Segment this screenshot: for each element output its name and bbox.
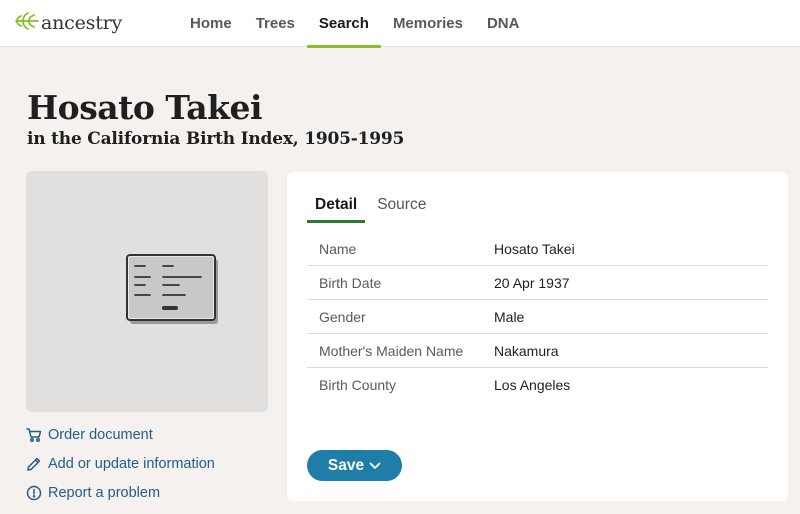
detail-tabs: Detail Source — [307, 188, 438, 223]
alert-icon — [26, 485, 42, 501]
tab-source[interactable]: Source — [369, 188, 434, 222]
detail-label: Gender — [319, 309, 366, 325]
detail-value: Nakamura — [494, 343, 559, 359]
record-title: Hosato Takei — [27, 88, 263, 127]
detail-value: Los Angeles — [494, 377, 571, 393]
detail-label: Birth County — [319, 377, 397, 393]
detail-value: 20 Apr 1937 — [494, 275, 570, 291]
nav-search[interactable]: Search — [306, 0, 381, 48]
tab-detail[interactable]: Detail — [307, 188, 366, 223]
detail-row-birth-county: Birth County Los Angeles — [307, 368, 768, 401]
save-button[interactable]: Save — [307, 450, 402, 481]
detail-value: Male — [494, 309, 525, 325]
save-button-label: Save — [327, 456, 365, 474]
ancestry-logo[interactable]: ancestry — [14, 10, 122, 36]
leaf-icon — [14, 9, 40, 38]
detail-row-name: Name Hosato Takei — [307, 232, 768, 266]
nav-trees[interactable]: Trees — [244, 0, 307, 47]
pencil-icon — [26, 456, 42, 472]
main-nav: Home Trees Search Memories DNA — [178, 0, 532, 48]
top-navigation-bar: ancestry Home Trees Search Memories DNA — [0, 0, 800, 48]
nav-home[interactable]: Home — [178, 0, 244, 47]
detail-label: Name — [319, 241, 357, 257]
add-update-info-link[interactable]: Add or update information — [26, 449, 215, 478]
add-update-info-label: Add or update information — [48, 455, 215, 472]
cart-icon — [26, 427, 42, 443]
document-icon — [126, 254, 218, 324]
detail-row-gender: Gender Male — [307, 300, 768, 334]
report-problem-label: Report a problem — [48, 484, 161, 501]
record-detail-card: Detail Source Name Hosato Takei Birth Da… — [287, 172, 788, 501]
nav-memories[interactable]: Memories — [381, 0, 475, 47]
record-collection: in the California Birth Index, 1905-1995 — [27, 129, 405, 149]
detail-row-mothers-maiden-name: Mother's Maiden Name Nakamura — [307, 334, 768, 368]
detail-label: Birth Date — [319, 275, 382, 291]
report-problem-link[interactable]: Report a problem — [26, 478, 215, 507]
record-actions: Order document Add or update information… — [26, 420, 215, 507]
order-document-label: Order document — [48, 426, 153, 443]
brand-name: ancestry — [41, 12, 123, 34]
detail-value: Hosato Takei — [494, 241, 575, 257]
detail-row-birth-date: Birth Date 20 Apr 1937 — [307, 266, 768, 300]
detail-label: Mother's Maiden Name — [319, 343, 464, 359]
detail-table: Name Hosato Takei Birth Date 20 Apr 1937… — [307, 232, 768, 401]
document-image[interactable] — [26, 171, 268, 412]
chevron-down-icon — [364, 457, 381, 475]
order-document-link[interactable]: Order document — [26, 420, 215, 449]
nav-dna[interactable]: DNA — [475, 0, 532, 47]
